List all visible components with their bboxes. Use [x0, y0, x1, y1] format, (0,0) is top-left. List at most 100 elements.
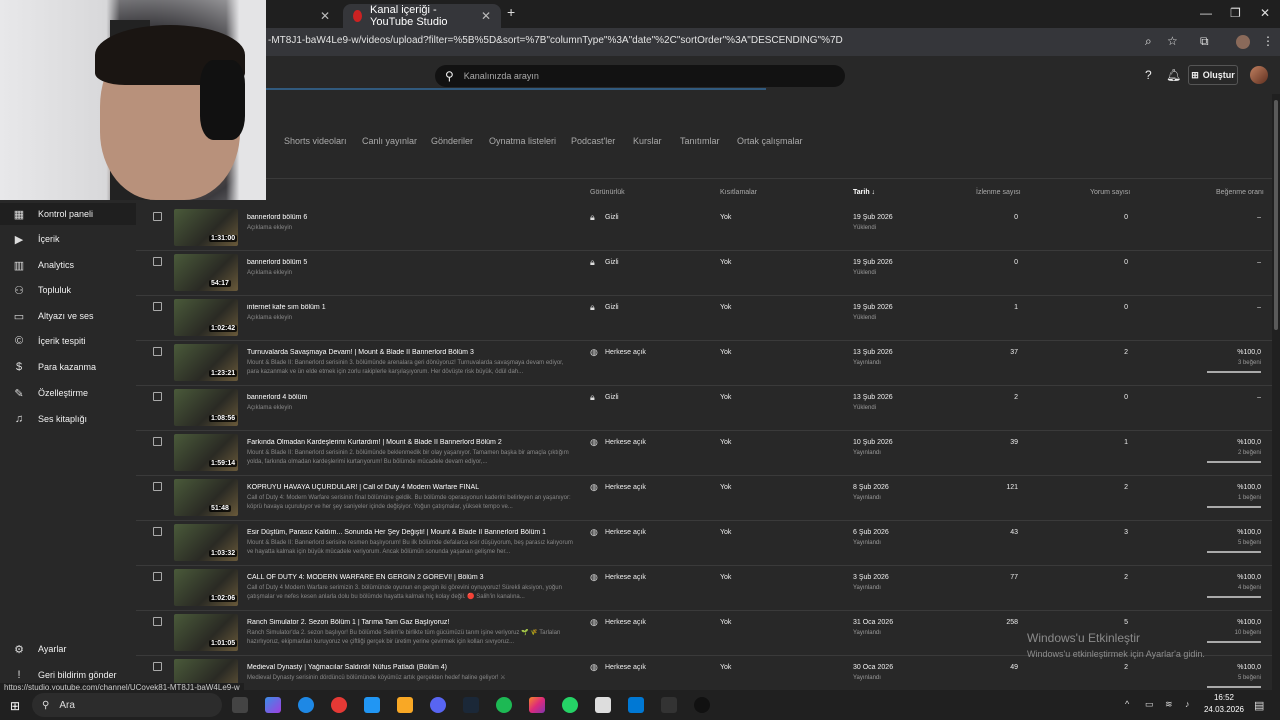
steam-icon[interactable]	[463, 697, 479, 713]
taskbar-search[interactable]: ⚲ Ara	[32, 693, 222, 717]
close-window-icon[interactable]: ✕	[1260, 6, 1270, 20]
outlook-icon[interactable]	[364, 697, 380, 713]
table-row[interactable]: 1:31:00 bannerlord bölüm 6 Açıklama ekleyi…	[136, 206, 1272, 251]
table-row[interactable]: 51:48 KÖPRÜYÜ HAVAYA UÇURDULAR! | Call of…	[136, 476, 1272, 521]
restore-icon[interactable]: ❐	[1230, 6, 1241, 20]
sidebar-item-analytics[interactable]: ▥ Analytics	[0, 254, 136, 276]
row-checkbox[interactable]	[153, 482, 162, 491]
video-title[interactable]: Farkında Olmadan Kardeşlerimi Kurtardım!…	[247, 439, 577, 446]
column-comments[interactable]: Yorum sayısı	[1090, 189, 1130, 196]
table-row[interactable]: 54:17 bannerlord bölüm 5 Açıklama ekleyin 🔒…	[136, 251, 1272, 296]
table-row[interactable]: 1:02:42 internet kafe sım bölüm 1 Açıklama…	[136, 296, 1272, 341]
video-title[interactable]: bannerlord 4 bölüm	[247, 394, 577, 401]
video-title[interactable]: KÖPRÜYÜ HAVAYA UÇURDULAR! | Call of Duty…	[247, 484, 577, 491]
row-checkbox[interactable]	[153, 257, 162, 266]
taskbar-time[interactable]: 16:52	[1206, 693, 1242, 702]
tab-posts[interactable]: Gönderiler	[431, 136, 473, 146]
new-tab-button[interactable]: +	[507, 4, 515, 20]
obs-icon[interactable]	[694, 697, 710, 713]
video-visibility[interactable]: Herkese açık	[605, 664, 646, 671]
sidebar-item-monetization[interactable]: $ Para kazanma	[0, 356, 136, 378]
video-visibility[interactable]: Herkese açık	[605, 349, 646, 356]
video-title[interactable]: bannerlord bölüm 6	[247, 214, 577, 221]
table-row[interactable]: 1:08:56 bannerlord 4 bölüm Açıklama ekleyi…	[136, 386, 1272, 431]
document-app-icon[interactable]	[595, 697, 611, 713]
table-row[interactable]: 1:02:06 CALL OF DUTY 4: MODERN WARFARE EN…	[136, 566, 1272, 611]
video-visibility[interactable]: Herkese açık	[605, 484, 646, 491]
column-restrictions[interactable]: Kısıtlamalar	[720, 189, 757, 196]
instagram-icon[interactable]	[529, 697, 545, 713]
minimize-icon[interactable]: —	[1200, 6, 1212, 20]
row-checkbox[interactable]	[153, 572, 162, 581]
url-text[interactable]: -MT8J1-baW4Le9-w/videos/upload?filter=%5…	[268, 35, 843, 46]
wifi-icon[interactable]: ≋	[1165, 699, 1173, 710]
video-title[interactable]: bannerlord bölüm 5	[247, 259, 577, 266]
video-visibility[interactable]: Gizli	[605, 214, 619, 221]
tab-playlists[interactable]: Oynatma listeleri	[489, 136, 556, 146]
spotify-icon[interactable]	[496, 697, 512, 713]
volume-icon[interactable]: ♪	[1185, 699, 1190, 709]
video-visibility[interactable]: Herkese açık	[605, 439, 646, 446]
row-checkbox[interactable]	[153, 302, 162, 311]
video-visibility[interactable]: Gizli	[605, 304, 619, 311]
row-checkbox[interactable]	[153, 662, 162, 671]
windows-start-icon[interactable]: ⊞	[10, 699, 20, 713]
vscode-icon[interactable]	[628, 697, 644, 713]
sidebar-item-customization[interactable]: ✎ Özelleştirme	[0, 382, 136, 404]
whatsapp-icon[interactable]	[562, 697, 578, 713]
tray-chevron-icon[interactable]: ^	[1125, 699, 1129, 709]
row-checkbox[interactable]	[153, 437, 162, 446]
tab-live[interactable]: Canlı yayınlar	[362, 136, 417, 146]
sidebar-item-audio-library[interactable]: ♫ Ses kitaplığı	[0, 408, 136, 430]
tab-close-icon[interactable]: ✕	[481, 9, 491, 23]
tab-podcasts[interactable]: Podcast'ler	[571, 136, 615, 146]
taskbar-date[interactable]: 24.03.2026	[1200, 705, 1248, 714]
row-checkbox[interactable]	[153, 212, 162, 221]
row-checkbox[interactable]	[153, 617, 162, 626]
sidebar-item-dashboard[interactable]: ▦ Kontrol paneli	[0, 203, 136, 225]
edge-icon[interactable]	[298, 697, 314, 713]
tab-promotions[interactable]: Tanıtımlar	[680, 136, 720, 146]
scrollbar-thumb[interactable]	[1274, 100, 1278, 330]
column-date-sort[interactable]: Tarih ↓	[853, 189, 875, 196]
file-explorer-icon[interactable]	[397, 697, 413, 713]
help-icon[interactable]: ?	[1145, 68, 1152, 82]
bookmark-star-icon[interactable]: ☆	[1167, 34, 1178, 48]
notifications-bell-icon[interactable]: 🔔︎	[1166, 68, 1181, 82]
sidebar-item-content[interactable]: ▶ İçerik	[0, 228, 136, 250]
video-visibility[interactable]: Herkese açık	[605, 529, 646, 536]
video-title[interactable]: Ranch Simulator 2. Sezon Bölüm 1 | Tarım…	[247, 619, 577, 626]
column-visibility[interactable]: Görünürlük	[590, 189, 625, 196]
channel-avatar[interactable]	[1250, 66, 1268, 84]
column-views[interactable]: İzlenme sayısı	[976, 189, 1021, 196]
video-visibility[interactable]: Gizli	[605, 394, 619, 401]
zoom-icon[interactable]: ⌕	[1145, 34, 1152, 49]
table-row[interactable]: Medieval Dynasty | Yağmacılar Saldırdı! …	[136, 656, 1272, 688]
video-title[interactable]: CALL OF DUTY 4: MODERN WARFARE EN GERGİN…	[247, 574, 577, 581]
copilot-icon[interactable]	[265, 697, 281, 713]
extensions-icon[interactable]: ⧉	[1200, 34, 1209, 49]
discord-icon[interactable]	[430, 697, 446, 713]
tab-close-icon[interactable]: ✕	[320, 9, 330, 23]
browser-menu-icon[interactable]: ⋮	[1262, 34, 1274, 48]
task-view-icon[interactable]	[232, 697, 248, 713]
video-visibility[interactable]: Herkese açık	[605, 619, 646, 626]
column-like-ratio[interactable]: Beğenme oranı	[1216, 189, 1264, 196]
chrome-icon[interactable]	[331, 697, 347, 713]
table-row[interactable]: 1:03:32 Esir Düştüm, Parasız Kaldım... So…	[136, 521, 1272, 566]
row-checkbox[interactable]	[153, 527, 162, 536]
profile-avatar-icon[interactable]	[1236, 35, 1250, 49]
video-title[interactable]: internet kafe sım bölüm 1	[247, 304, 577, 311]
tab-shorts[interactable]: Shorts videoları	[284, 136, 347, 146]
table-row[interactable]: 1:23:21 Turnuvalarda Savaşmaya Devam! | M…	[136, 341, 1272, 386]
video-title[interactable]: Turnuvalarda Savaşmaya Devam! | Mount & …	[247, 349, 577, 356]
channel-search-input[interactable]: ⚲ Kanalınızda arayın	[435, 65, 845, 87]
video-visibility[interactable]: Gizli	[605, 259, 619, 266]
tab-courses[interactable]: Kurslar	[633, 136, 662, 146]
row-checkbox[interactable]	[153, 392, 162, 401]
video-visibility[interactable]: Herkese açık	[605, 574, 646, 581]
video-title[interactable]: Medieval Dynasty | Yağmacılar Saldırdı! …	[247, 664, 577, 671]
sidebar-item-copyright[interactable]: © İçerik tespiti	[0, 330, 136, 352]
app-a-icon[interactable]	[661, 697, 677, 713]
tab-collaborations[interactable]: Ortak çalışmalar	[737, 136, 803, 146]
